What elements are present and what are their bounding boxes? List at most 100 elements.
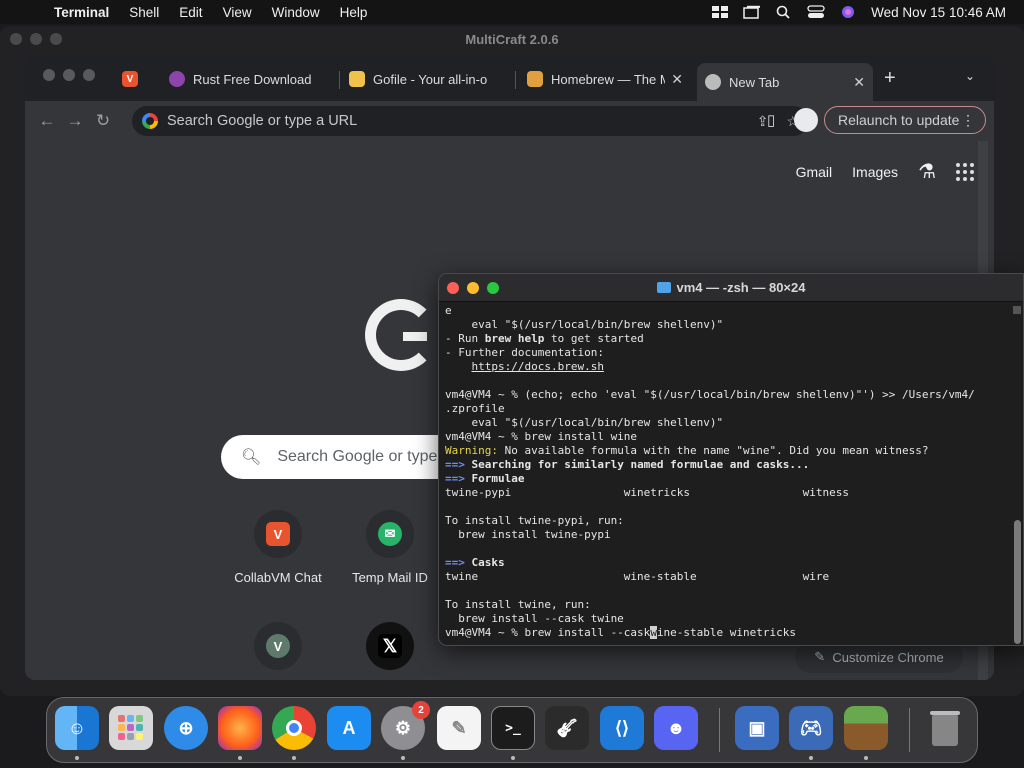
chrome-window-controls[interactable] [43, 69, 95, 81]
tab-gofile[interactable]: Gofile - Your all-in-o [341, 63, 513, 95]
tab-rust-download[interactable]: Rust Free Download [161, 63, 337, 95]
dock-separator [909, 708, 910, 752]
minimize-window-button[interactable] [467, 282, 479, 294]
gamecontroller-icon[interactable]: 🎮︎ [789, 706, 833, 750]
shortcut-collabvm-chat[interactable]: V CollabVM Chat [223, 510, 333, 585]
finder-icon[interactable]: ☺ [55, 706, 99, 750]
terminal-scrollbar[interactable] [1013, 304, 1021, 644]
terminal-output[interactable]: e eval "$(/usr/local/bin/brew shellenv)"… [445, 304, 1005, 644]
menubar-clock[interactable]: Wed Nov 15 10:46 AM [871, 5, 1006, 20]
relaunch-label: Relaunch to update [838, 112, 960, 128]
terminal-line: e [445, 304, 452, 317]
menu-view[interactable]: View [213, 5, 262, 20]
google-g-icon [142, 113, 158, 129]
folder-icon [656, 282, 671, 293]
v-letter-icon: V [266, 634, 290, 658]
discord-icon[interactable]: ☻ [654, 706, 698, 750]
textedit-icon[interactable]: ✎ [437, 706, 481, 750]
forward-arrow-icon[interactable]: → [61, 111, 89, 131]
terminal-line: vm4@VM4 ~ % (echo; echo 'eval "$(/usr/lo… [445, 388, 975, 401]
ntp-top-links: Gmail Images ⚗ [796, 159, 974, 184]
terminal-line: brew install twine-pypi [445, 528, 611, 541]
siri-icon[interactable] [839, 5, 857, 19]
terminal-line: - Further documentation: [445, 346, 604, 359]
terminal-line: twine-pypi winetricks witness [445, 486, 849, 499]
profile-avatar-icon[interactable] [794, 108, 818, 132]
menu-help[interactable]: Help [330, 5, 378, 20]
tab-pinned-collabvm[interactable]: V [122, 63, 142, 95]
more-menu-icon[interactable]: ⋮ [961, 112, 975, 129]
virtualbox-cube-icon[interactable]: ▣ [735, 706, 779, 750]
shortcut-temp-mail[interactable]: ✉ Temp Mail ID [335, 510, 445, 585]
multicraft-grass-block-icon[interactable] [844, 706, 888, 750]
control-center-icon[interactable] [807, 5, 825, 19]
terminal-line: eval "$(/usr/local/bin/brew shellenv)" [445, 416, 724, 429]
tab-label: Rust Free Download [193, 71, 312, 87]
dock-separator [719, 708, 720, 752]
google-apps-grid-icon[interactable] [956, 162, 974, 181]
close-window-button[interactable] [447, 282, 459, 294]
app-store-icon[interactable]: A [327, 706, 371, 750]
tab-label: New Tab [729, 74, 780, 90]
terminal-line: eval "$(/usr/local/bin/brew shellenv)" [445, 318, 724, 331]
tab-new-tab[interactable]: New Tab ✕ [697, 63, 873, 101]
shortcut-x[interactable]: 𝕏 [335, 622, 445, 680]
chrome-icon [705, 74, 721, 90]
notification-badge: 2 [412, 701, 430, 719]
running-indicator [292, 756, 296, 760]
address-bar[interactable]: Search Google or type a URL ⇪ ☆ [132, 106, 809, 136]
scrollbar-thumb[interactable] [1014, 520, 1021, 644]
system-settings-gear-icon[interactable]: ⚙ 2 [381, 701, 430, 750]
garageband-guitar-icon[interactable]: 🎸︎ [545, 706, 589, 750]
labs-flask-icon[interactable]: ⚗ [918, 159, 936, 184]
terminal-window: vm4 — -zsh — 80×24 e eval "$(/usr/local/… [438, 273, 1024, 646]
shortcut-v[interactable]: V [223, 622, 333, 680]
tab-search-chevron-icon[interactable]: ⌄ [965, 69, 975, 83]
safari-compass-icon[interactable]: ⊕ [164, 706, 208, 750]
stage-manager-icon[interactable] [711, 5, 729, 19]
x-twitter-icon: 𝕏 [378, 634, 402, 658]
new-tab-plus-icon[interactable]: + [884, 67, 896, 90]
trash-icon[interactable] [923, 706, 967, 750]
spotlight-search-icon[interactable] [775, 5, 793, 19]
menu-app-name[interactable]: Terminal [44, 5, 119, 20]
vscode-icon[interactable]: ⟨⟩ [600, 706, 644, 750]
terminal-line: https://docs.brew.sh [471, 360, 604, 373]
relaunch-to-update-button[interactable]: Relaunch to update ⋮ [824, 106, 986, 134]
images-link[interactable]: Images [852, 164, 898, 180]
tempmail-icon: ✉ [378, 522, 402, 546]
reload-icon[interactable]: ↻ [89, 111, 117, 131]
chrome-toolbar: ← → ↻ Search Google or type a URL ⇪ ☆ ▯ … [25, 101, 994, 141]
terminal-line: ==> Searching for similarly named formul… [445, 458, 810, 471]
tab-homebrew[interactable]: Homebrew — The M ✕ [519, 63, 691, 95]
menu-edit[interactable]: Edit [169, 5, 212, 20]
terminal-line: twine wine-stable wire [445, 570, 830, 583]
side-panel-icon[interactable]: ▯ [767, 111, 775, 129]
menu-shell[interactable]: Shell [119, 5, 169, 20]
running-indicator [864, 756, 868, 760]
close-tab-icon[interactable]: ✕ [665, 71, 683, 88]
terminal-line: To install twine-pypi, run: [445, 514, 624, 527]
close-tab-icon[interactable]: ✕ [847, 74, 865, 91]
window-switcher-icon[interactable] [743, 5, 761, 19]
launchpad-icon[interactable] [109, 706, 153, 750]
back-arrow-icon[interactable]: ← [33, 111, 61, 131]
running-indicator [238, 756, 242, 760]
zoom-window-button[interactable] [487, 282, 499, 294]
terminal-icon[interactable]: >_ [491, 706, 535, 750]
tab-label: Gofile - Your all-in-o [373, 71, 488, 87]
running-indicator [511, 756, 515, 760]
shortcut-tile: V [254, 622, 302, 670]
gmail-link[interactable]: Gmail [796, 164, 833, 180]
multicraft-window-title: MultiCraft 2.0.6 [465, 32, 559, 47]
terminal-line: brew install --cask twine [445, 612, 624, 625]
running-indicator [809, 756, 813, 760]
shortcut-tile: ✉ [366, 510, 414, 558]
shortcut-label: CollabVM Chat [234, 570, 322, 585]
chrome-icon[interactable] [272, 706, 316, 750]
firefox-icon[interactable] [218, 706, 262, 750]
menu-window[interactable]: Window [262, 5, 330, 20]
terminal-line: To install twine, run: [445, 598, 591, 611]
collabvm-favicon-icon: V [122, 71, 138, 87]
terminal-line: vm4@VM4 ~ % brew install --caskwine-stab… [445, 626, 797, 639]
